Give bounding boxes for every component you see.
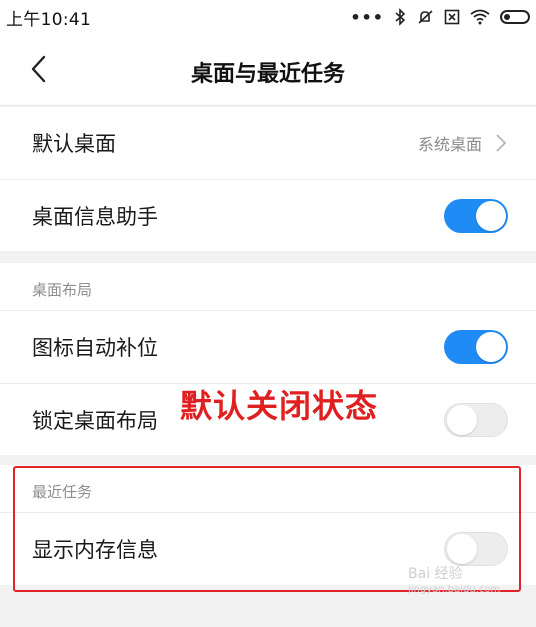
lock-layout-label: 锁定桌面布局 [32, 408, 158, 433]
default-desktop-row[interactable]: 默认桌面 系统桌面 [0, 107, 536, 179]
desktop-info-assistant-row: 桌面信息助手 [0, 179, 536, 251]
watermark-text: Bai 经验 [408, 566, 463, 582]
no-sim-icon [444, 9, 460, 25]
lock-layout-toggle[interactable] [444, 402, 508, 437]
watermark: Bai 经验 jingyan.baidu.com [408, 566, 500, 598]
default-desktop-label: 默认桌面 [32, 132, 116, 156]
auto-fill-icons-label: 图标自动补位 [32, 336, 158, 360]
desktop-group: 默认桌面 系统桌面 桌面信息助手 [0, 107, 536, 251]
watermark-sub: jingyan.baidu.com [408, 584, 501, 595]
mute-icon [418, 10, 433, 24]
status-time: 上午10:41 [6, 9, 92, 30]
desktop-info-assistant-label: 桌面信息助手 [32, 204, 158, 229]
auto-fill-icons-row: 图标自动补位 [0, 311, 536, 383]
layout-section-header: 桌面布局 [0, 263, 536, 311]
toggle-knob [447, 404, 477, 435]
header: 桌面与最近任务 [0, 34, 536, 106]
annotation-text: 默认关闭状态 [180, 387, 379, 425]
desktop-info-assistant-toggle[interactable] [444, 198, 508, 233]
bluetooth-icon [395, 8, 406, 26]
default-desktop-value: 系统桌面 [417, 135, 482, 154]
battery-icon [500, 10, 530, 24]
toggle-knob [476, 332, 506, 362]
default-desktop-right: 系统桌面 [418, 131, 508, 155]
auto-fill-icons-toggle[interactable] [444, 330, 508, 364]
status-icons: ••• [350, 8, 530, 27]
chevron-right-icon [496, 134, 507, 152]
status-bar: 上午10:41 ••• [0, 0, 536, 34]
more-dots-icon: ••• [350, 7, 384, 27]
toggle-knob [476, 200, 506, 231]
page-title: 桌面与最近任务 [190, 62, 345, 87]
wifi-icon [470, 9, 490, 25]
